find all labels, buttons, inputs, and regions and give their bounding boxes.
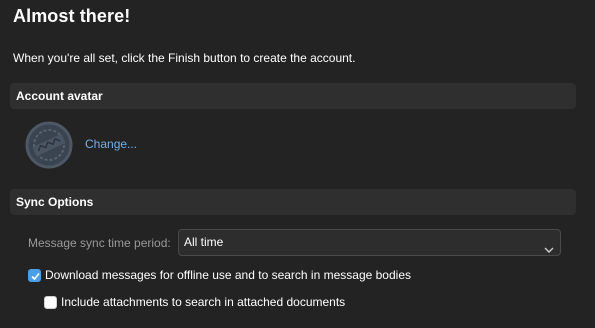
avatar-placeholder-icon [25,121,73,169]
download-messages-checkbox[interactable] [28,268,41,282]
download-messages-option[interactable]: Download messages for offline use and to… [28,268,411,282]
sync-period-dropdown[interactable]: All time [178,229,561,256]
chevron-down-icon [544,238,554,253]
sync-period-label: Message sync time period: [28,236,171,250]
include-attachments-checkbox[interactable] [44,295,57,309]
section-heading: Account avatar [16,89,103,103]
include-attachments-label: Include attachments to search in attache… [61,295,346,309]
page-subtitle: When you're all set, click the Finish bu… [13,51,356,65]
include-attachments-option[interactable]: Include attachments to search in attache… [44,295,345,309]
account-setup-page: Almost there! When you're all set, click… [0,0,595,328]
section-heading: Sync Options [16,195,94,209]
checkmark-icon [31,272,40,280]
download-messages-label: Download messages for offline use and to… [45,268,411,282]
account-avatar-section-header: Account avatar [10,83,576,109]
change-avatar-link[interactable]: Change... [85,137,137,151]
sync-period-value: All time [184,235,224,249]
sync-options-section-header: Sync Options [10,189,576,215]
page-title: Almost there! [13,6,131,26]
